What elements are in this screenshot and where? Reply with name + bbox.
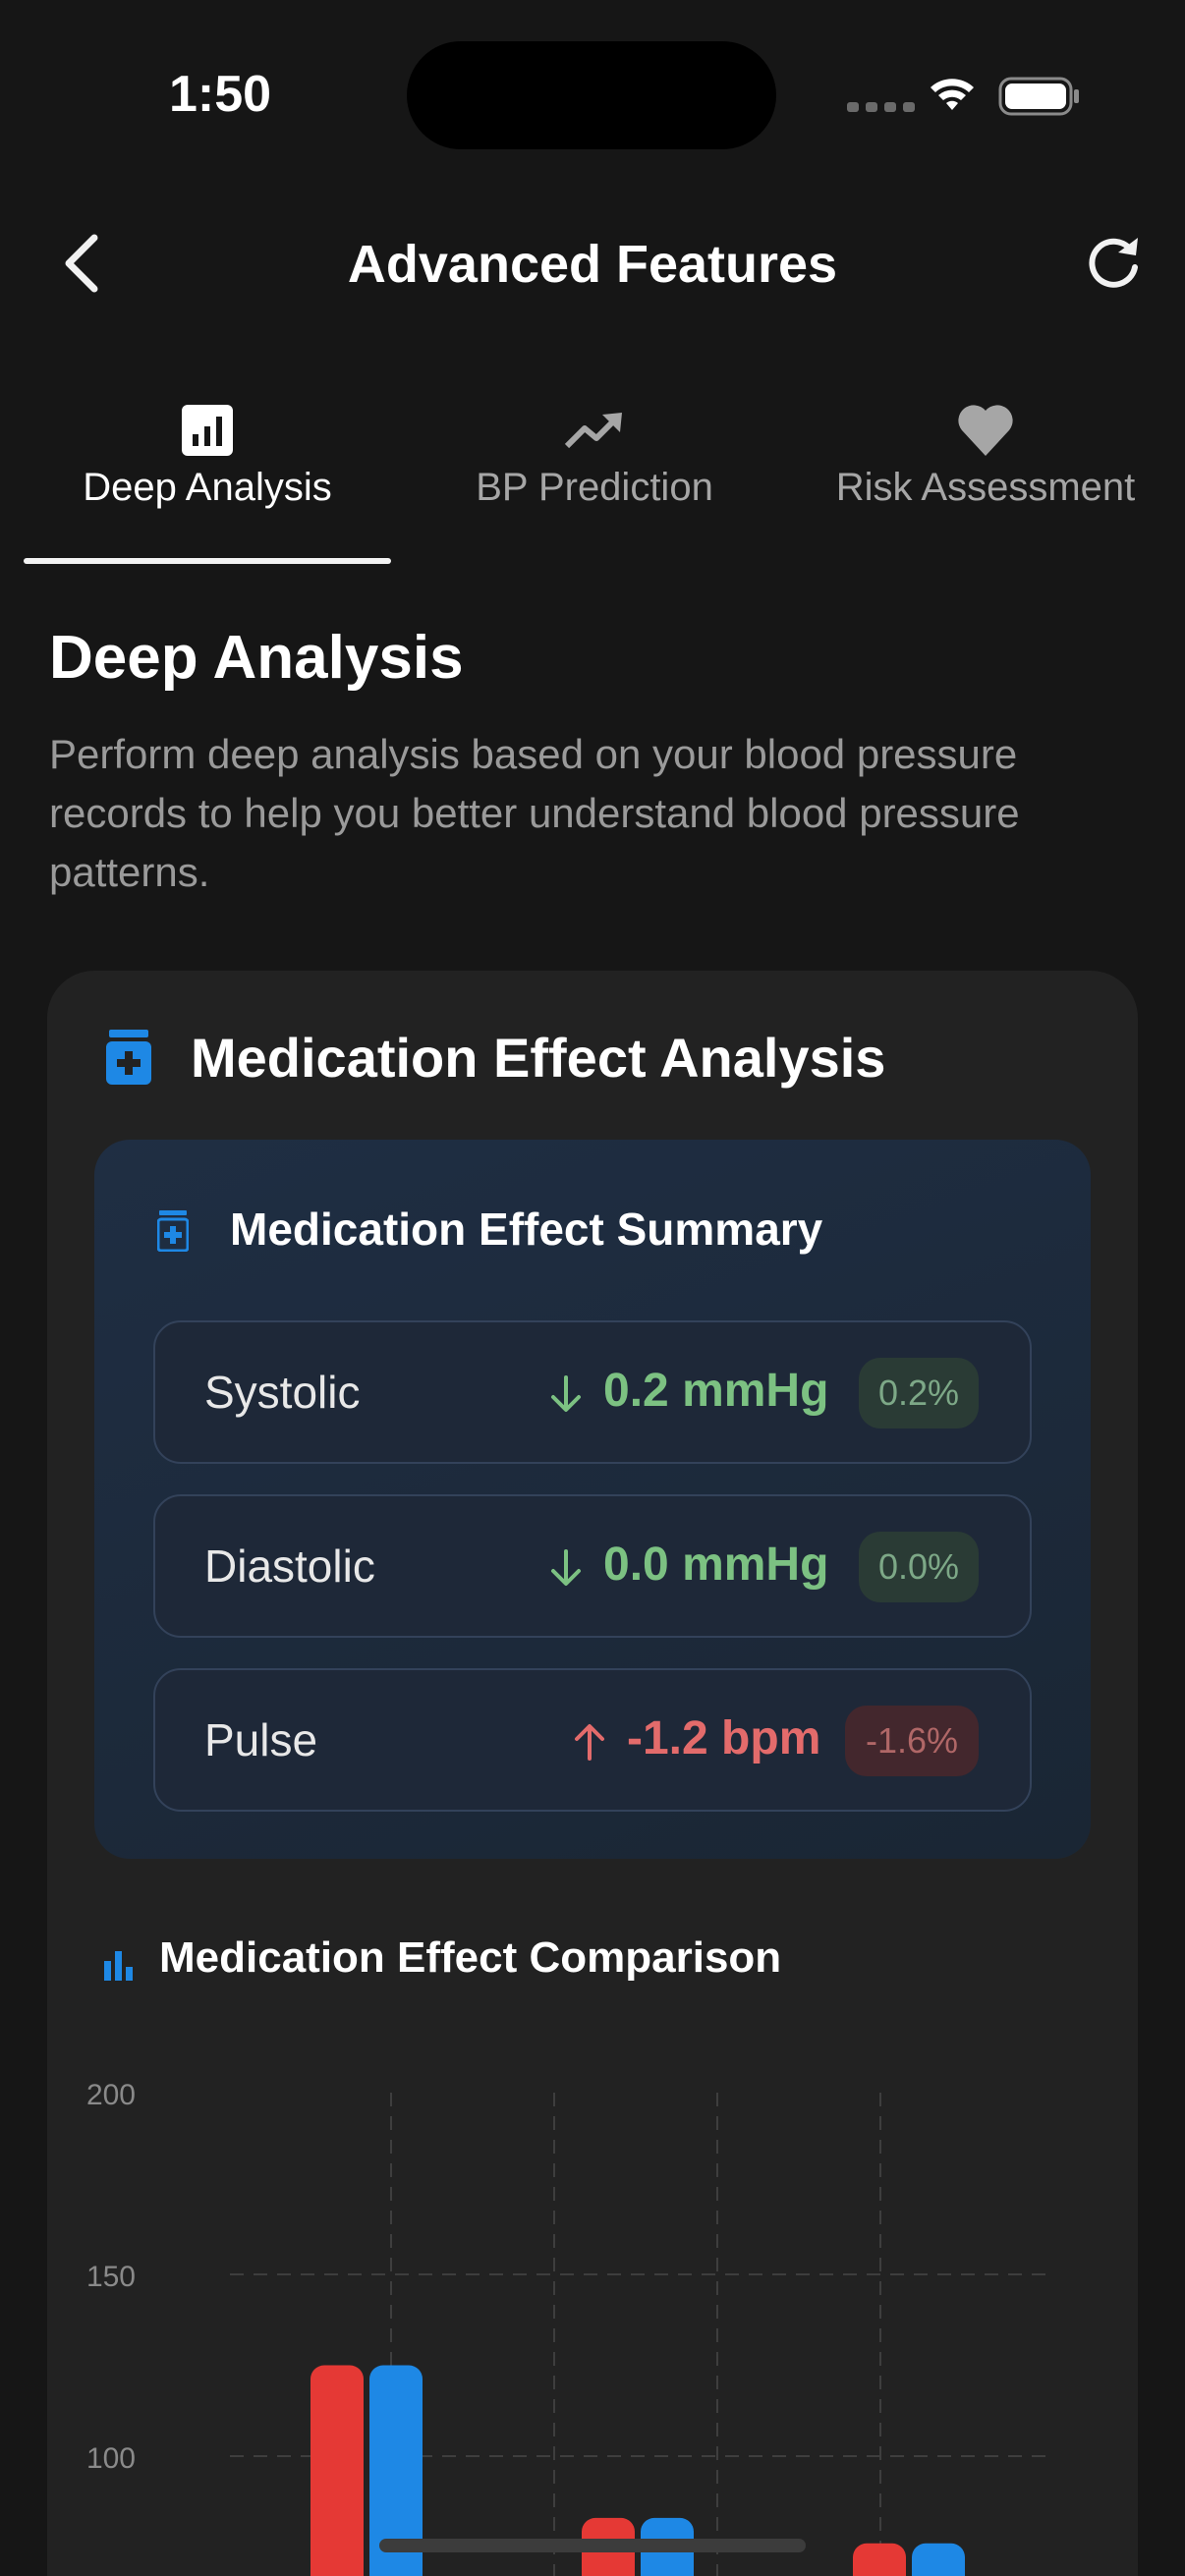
page-title: Advanced Features <box>347 235 838 294</box>
card-title: Medication Effect Analysis <box>191 1027 886 1089</box>
metric-systolic: Systolic 0.2 mmHg 0.2% <box>153 1320 1032 1464</box>
dynamic-island <box>407 41 776 149</box>
y-tick-label: 200 <box>86 2079 136 2111</box>
bar <box>912 2543 965 2576</box>
heart-icon <box>958 405 1013 456</box>
metric-badge: -1.6% <box>845 1706 979 1776</box>
tab-deep-analysis[interactable]: Deep Analysis <box>24 393 391 566</box>
metric-badge: 0.2% <box>859 1358 979 1428</box>
y-tick-label: 150 <box>86 2261 136 2293</box>
feature-tabs: Deep Analysis BP Prediction Risk Assessm… <box>24 393 1161 566</box>
tab-risk-assessment[interactable]: Risk Assessment <box>774 393 1185 566</box>
metric-value: 0.0 mmHg <box>603 1539 829 1591</box>
medication-effect-card: Medication Effect Analysis Medication Ef… <box>47 971 1138 2576</box>
medication-icon <box>106 1030 151 1085</box>
bar-chart-icon <box>182 405 233 456</box>
battery-icon <box>998 77 1079 116</box>
comparison-title: Medication Effect Comparison <box>159 1933 782 1982</box>
arrow-down-icon <box>551 1375 581 1412</box>
medication-icon <box>157 1210 189 1252</box>
medication-summary: Medication Effect Summary Systolic 0.2 m… <box>94 1140 1091 1859</box>
tab-label: BP Prediction <box>476 466 713 509</box>
tab-bp-prediction[interactable]: BP Prediction <box>421 393 768 566</box>
cellular-signal-icon <box>847 102 915 112</box>
metric-label: Systolic <box>204 1367 361 1418</box>
bar <box>310 2365 364 2576</box>
home-indicator[interactable] <box>379 2539 806 2552</box>
status-time: 1:50 <box>169 66 272 123</box>
arrow-up-icon <box>575 1724 604 1761</box>
metric-diastolic: Diastolic 0.0 mmHg 0.0% <box>153 1494 1032 1638</box>
metric-label: Diastolic <box>204 1540 375 1592</box>
medication-comparison-chart: 20015010050 <box>86 2079 1045 2576</box>
metric-value: -1.2 bpm <box>627 1712 821 1764</box>
section-description: Perform deep analysis based on your bloo… <box>49 731 1020 895</box>
tab-label: Risk Assessment <box>835 466 1136 509</box>
bar <box>853 2543 906 2576</box>
tab-label: Deep Analysis <box>83 466 332 509</box>
section-title: Deep Analysis <box>49 624 464 692</box>
metric-value: 0.2 mmHg <box>603 1365 829 1417</box>
metric-label: Pulse <box>204 1714 318 1765</box>
bar-chart-icon <box>104 1951 133 1981</box>
arrow-down-icon <box>551 1549 581 1586</box>
y-tick-label: 100 <box>86 2442 136 2475</box>
trending-up-icon <box>564 413 622 449</box>
wifi-icon <box>931 79 974 110</box>
metric-badge: 0.0% <box>859 1532 979 1602</box>
refresh-button[interactable] <box>1081 230 1146 295</box>
screen: 1:50 Advanced Features Deep Analysis BP … <box>0 0 1185 2576</box>
summary-title: Medication Effect Summary <box>230 1204 823 1255</box>
metric-pulse: Pulse -1.2 bpm -1.6% <box>153 1668 1032 1812</box>
active-tab-indicator <box>24 558 391 564</box>
